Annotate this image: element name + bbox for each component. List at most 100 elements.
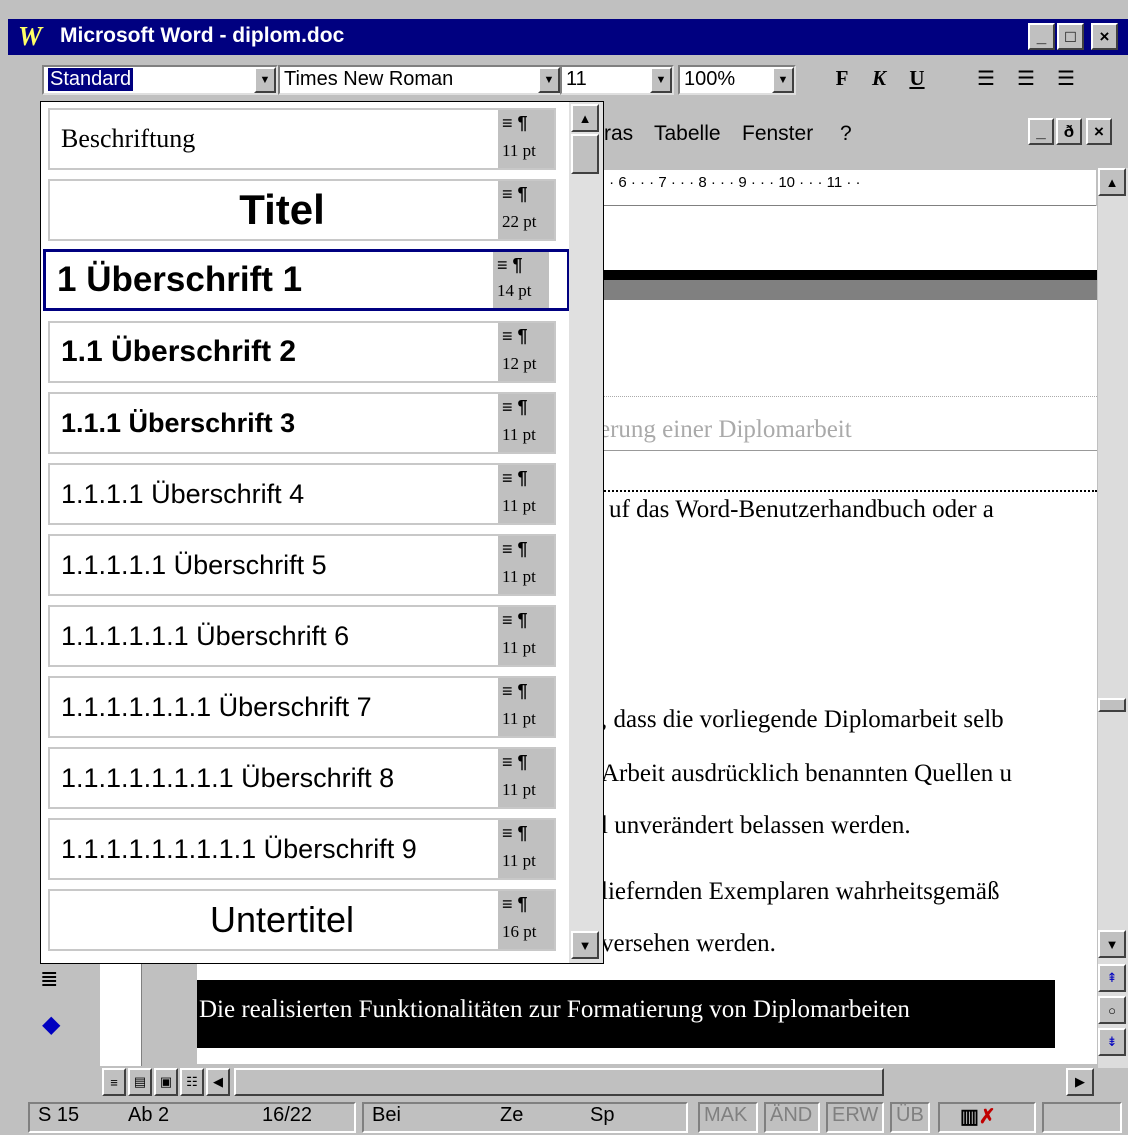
body-line: uf das Word-Benutzerhandbuch oder a <box>609 496 994 523</box>
style-item-untertitel[interactable]: Untertitel ≡ ¶ 16 pt <box>48 889 556 951</box>
outline-view-icon[interactable]: ☷ <box>180 1068 204 1096</box>
divider <box>597 396 1097 397</box>
maximize-button[interactable]: □ <box>1057 23 1084 50</box>
left-toolbar-strip <box>0 110 42 1070</box>
status-section: Ab 2 <box>128 1104 170 1126</box>
scroll-thumb[interactable] <box>1098 698 1126 712</box>
vertical-ruler[interactable] <box>100 960 142 1068</box>
doc-minimize-button[interactable]: _ <box>1028 118 1054 145</box>
style-item-label: 1.1.1.1.1.1 Überschrift 6 <box>61 620 350 651</box>
style-item-ueberschrift-8[interactable]: 1.1.1.1.1.1.1.1 Überschrift 8 ≡ ¶ 11 pt <box>48 747 556 809</box>
office-assistant-icon[interactable]: ◆ <box>42 1010 60 1039</box>
doc-close-button[interactable]: × <box>1086 118 1112 145</box>
align-left-para-icon: ≡ ¶ <box>502 823 528 843</box>
style-item-size: 16 pt <box>502 922 537 941</box>
style-item-ueberschrift-9[interactable]: 1.1.1.1.1.1.1.1.1 Überschrift 9 ≡ ¶ 11 pt <box>48 818 556 880</box>
style-item-size: 11 pt <box>502 567 536 586</box>
highlight-block: Die realisierten Funktionalitäten zur Fo… <box>197 980 1055 1048</box>
scroll-down-icon[interactable]: ▼ <box>571 931 599 959</box>
status-track-changes[interactable]: ÄND <box>764 1102 820 1133</box>
status-page: S 15 <box>38 1104 80 1126</box>
next-page-icon[interactable]: ⇟ <box>1098 1028 1126 1056</box>
chevron-down-icon[interactable]: ▼ <box>538 67 560 93</box>
scroll-right-icon[interactable]: ▶ <box>1066 1068 1094 1096</box>
style-item-size: 12 pt <box>502 354 537 373</box>
chevron-down-icon[interactable]: ▼ <box>650 67 672 93</box>
horizontal-scroll-thumb[interactable] <box>234 1068 884 1096</box>
normal-view-icon[interactable]: ≡ <box>102 1068 126 1096</box>
doc-restore-button[interactable]: ð <box>1056 118 1082 145</box>
chevron-down-icon[interactable]: ▼ <box>772 67 794 93</box>
spelling-status-icon[interactable]: ▥✗ <box>938 1102 1036 1133</box>
close-button[interactable]: × <box>1091 23 1118 50</box>
menu-help[interactable]: ? <box>840 122 852 146</box>
align-left-icon[interactable]: ☰ <box>970 66 1002 94</box>
style-item-size: 22 pt <box>502 212 537 231</box>
style-item-label: 1.1 Überschrift 2 <box>61 335 297 368</box>
status-line: Ze <box>500 1104 524 1126</box>
scroll-up-icon[interactable]: ▲ <box>1098 168 1126 196</box>
align-center-icon[interactable]: ☰ <box>1010 66 1042 94</box>
style-combo[interactable]: Standard ▼ <box>42 65 278 95</box>
zoom-value[interactable]: 100% <box>684 68 735 91</box>
style-item-label: 1.1.1.1.1.1.1.1.1 Überschrift 9 <box>61 833 417 864</box>
dropdown-scrollbar[interactable]: ▲ ▼ <box>569 102 603 963</box>
style-item-ueberschrift-4[interactable]: 1.1.1.1 Überschrift 4 ≡ ¶ 11 pt <box>48 463 556 525</box>
italic-button[interactable]: K <box>863 66 895 94</box>
style-item-size: 11 pt <box>502 496 536 515</box>
status-page-info: S 15 Ab 2 16/22 <box>28 1102 356 1133</box>
style-item-ueberschrift-2[interactable]: 1.1 Überschrift 2 ≡ ¶ 12 pt <box>48 321 556 383</box>
style-item-label: 1.1.1.1.1.1.1 Überschrift 7 <box>61 691 372 722</box>
style-item-meta: ≡ ¶ 11 pt <box>498 607 554 665</box>
style-item-beschriftung[interactable]: Beschriftung ≡ ¶ 11 pt <box>48 108 556 170</box>
style-value[interactable]: Standard <box>48 68 134 91</box>
style-item-meta: ≡ ¶ 11 pt <box>498 678 554 736</box>
style-item-meta: ≡ ¶ 11 pt <box>498 536 554 594</box>
style-dropdown-list[interactable]: Beschriftung ≡ ¶ 11 pt Titel ≡ ¶ 22 pt 1 Ü… <box>40 101 604 964</box>
align-right-icon[interactable]: ☰ <box>1050 66 1082 94</box>
style-item-label: 1.1.1.1.1 Überschrift 5 <box>61 549 327 580</box>
style-item-titel[interactable]: Titel ≡ ¶ 22 pt <box>48 179 556 241</box>
horizontal-ruler[interactable]: · · 6 · · · 7 · · · 8 · · · 9 · · · 10 ·… <box>600 170 1096 206</box>
underline-button[interactable]: U <box>901 66 933 94</box>
align-left-para-icon: ≡ ¶ <box>502 113 528 133</box>
divider <box>597 490 1097 492</box>
menu-extras[interactable]: ras <box>604 122 633 146</box>
list-icon[interactable]: ≣ <box>40 966 58 992</box>
browse-object-icon[interactable]: ○ <box>1098 996 1126 1024</box>
scroll-up-icon[interactable]: ▲ <box>571 104 599 132</box>
style-item-ueberschrift-5[interactable]: 1.1.1.1.1 Überschrift 5 ≡ ¶ 11 pt <box>48 534 556 596</box>
page-view-icon[interactable]: ▣ <box>154 1068 178 1096</box>
size-value[interactable]: 11 <box>566 68 587 91</box>
style-item-size: 11 pt <box>502 780 536 799</box>
body-line: versehen werden. <box>601 930 776 957</box>
status-pages: 16/22 <box>262 1104 313 1126</box>
style-item-meta: ≡ ¶ 14 pt <box>493 252 549 308</box>
menu-table[interactable]: Tabelle <box>654 122 721 146</box>
zoom-combo[interactable]: 100% ▼ <box>678 65 796 95</box>
font-value[interactable]: Times New Roman <box>284 68 453 91</box>
status-overtype[interactable]: ÜB <box>890 1102 930 1133</box>
style-item-ueberschrift-6[interactable]: 1.1.1.1.1.1 Überschrift 6 ≡ ¶ 11 pt <box>48 605 556 667</box>
status-macro[interactable]: MAK <box>698 1102 758 1133</box>
style-item-meta: ≡ ¶ 11 pt <box>498 110 554 168</box>
body-line: Arbeit ausdrücklich benannten Quellen u <box>601 760 1012 787</box>
style-item-ueberschrift-1[interactable]: 1 Überschrift 1 ≡ ¶ 14 pt <box>43 249 570 311</box>
minimize-button[interactable]: _ <box>1028 23 1055 50</box>
style-item-ueberschrift-7[interactable]: 1.1.1.1.1.1.1 Überschrift 7 ≡ ¶ 11 pt <box>48 676 556 738</box>
word-app-icon[interactable]: W <box>18 21 42 52</box>
scroll-thumb[interactable] <box>571 134 599 174</box>
web-view-icon[interactable]: ▤ <box>128 1068 152 1096</box>
status-extend[interactable]: ERW <box>826 1102 884 1133</box>
size-combo[interactable]: 11 ▼ <box>560 65 674 95</box>
align-left-para-icon: ≡ ¶ <box>502 397 528 417</box>
menu-window[interactable]: Fenster <box>742 122 813 146</box>
vertical-scrollbar[interactable]: ▲ ▼ ⇞ ○ ⇟ <box>1098 168 1128 1068</box>
bold-button[interactable]: F <box>826 66 858 94</box>
chevron-down-icon[interactable]: ▼ <box>254 67 276 93</box>
scroll-down-icon[interactable]: ▼ <box>1098 930 1126 958</box>
previous-page-icon[interactable]: ⇞ <box>1098 964 1126 992</box>
font-combo[interactable]: Times New Roman ▼ <box>278 65 562 95</box>
style-item-ueberschrift-3[interactable]: 1.1.1 Überschrift 3 ≡ ¶ 11 pt <box>48 392 556 454</box>
scroll-left-icon[interactable]: ◀ <box>206 1068 230 1096</box>
